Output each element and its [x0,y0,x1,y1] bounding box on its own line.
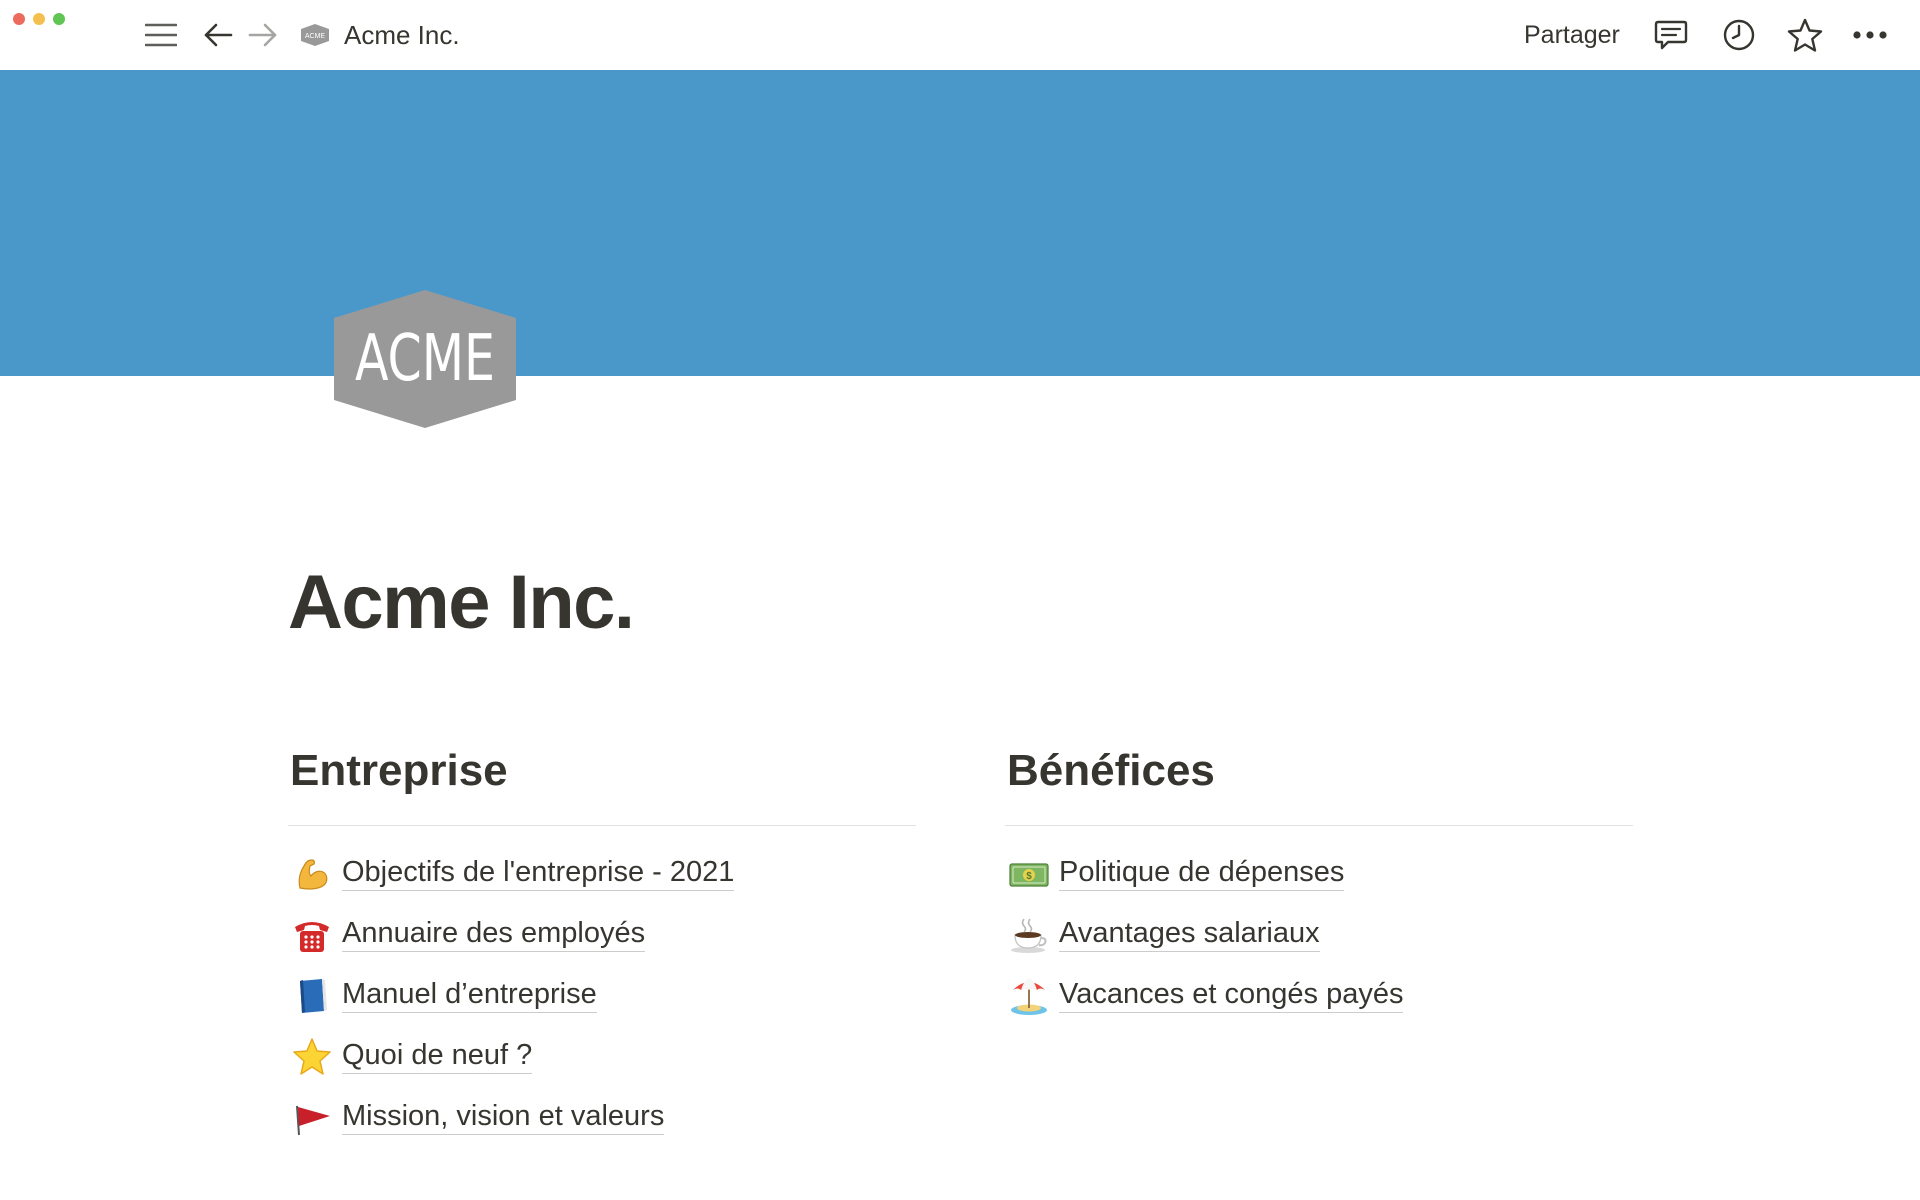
link-list-entreprise: Objectifs de l'entreprise - 2021 Annuair… [288,854,918,1159]
comments-icon[interactable] [1653,17,1689,53]
link-avantages-salariaux: Avantages salariaux [1059,915,1320,952]
breadcrumb-title: Acme Inc. [344,19,460,50]
list-item[interactable]: $ Politique de dépenses [1005,854,1635,915]
section-divider [288,825,916,826]
list-item[interactable]: Manuel d’entreprise [288,976,918,1037]
page-cover[interactable] [0,70,1920,376]
section-divider [1005,825,1633,826]
forward-arrow-icon[interactable] [245,17,281,53]
telephone-icon [288,915,342,955]
list-item[interactable]: Vacances et congés payés [1005,976,1635,1037]
list-item[interactable]: Annuaire des employés [288,915,918,976]
list-item[interactable]: Objectifs de l'entreprise - 2021 [288,854,918,915]
link-quoi-de-neuf: Quoi de neuf ? [342,1037,533,1074]
link-manuel: Manuel d’entreprise [342,976,597,1013]
blue-book-icon [288,976,342,1016]
link-mission: Mission, vision et valeurs [342,1098,665,1135]
column-benefices: Bénéfices $ Politique de dépenses Avanta… [1005,745,1635,1037]
dollar-banknote-icon: $ [1005,854,1059,894]
breadcrumb[interactable]: ACME Acme Inc. [300,14,460,56]
acme-logo-icon: ACME [300,22,330,48]
link-politique-depenses: Politique de dépenses [1059,854,1345,891]
top-bar: ACME Acme Inc. Partager [0,0,1920,70]
link-list-benefices: $ Politique de dépenses Avantages salari… [1005,854,1635,1037]
back-arrow-icon[interactable] [200,17,236,53]
page-title[interactable]: Acme Inc. [288,565,635,641]
favorite-star-icon[interactable] [1787,17,1823,53]
window-zoom-button[interactable] [53,13,65,25]
link-annuaire: Annuaire des employés [342,915,646,952]
page-icon-acme-logo[interactable]: ACME [330,288,520,430]
link-vacances: Vacances et congés payés [1059,976,1404,1013]
history-clock-icon[interactable] [1721,17,1757,53]
list-item[interactable]: Mission, vision et valeurs [288,1098,918,1159]
star-icon [288,1037,342,1077]
hot-coffee-icon [1005,915,1059,955]
column-entreprise: Entreprise Objectifs de l'entreprise - 2… [288,745,918,1159]
section-heading-benefices[interactable]: Bénéfices [1007,745,1635,807]
window-close-button[interactable] [13,13,25,25]
page-icon-text: ACME [355,322,495,396]
svg-text:$: $ [1026,871,1032,882]
beach-umbrella-icon [1005,976,1059,1016]
more-dots-icon[interactable] [1852,17,1888,53]
flexed-biceps-icon [288,854,342,894]
window-minimize-button[interactable] [33,13,45,25]
share-button[interactable]: Partager [1514,14,1630,56]
breadcrumb-logo-text: ACME [305,33,326,40]
section-heading-entreprise[interactable]: Entreprise [290,745,918,807]
sidebar-menu-icon[interactable] [143,17,179,53]
link-objectifs: Objectifs de l'entreprise - 2021 [342,854,735,891]
list-item[interactable]: Avantages salariaux [1005,915,1635,976]
list-item[interactable]: Quoi de neuf ? [288,1037,918,1098]
red-flag-icon [288,1098,342,1138]
